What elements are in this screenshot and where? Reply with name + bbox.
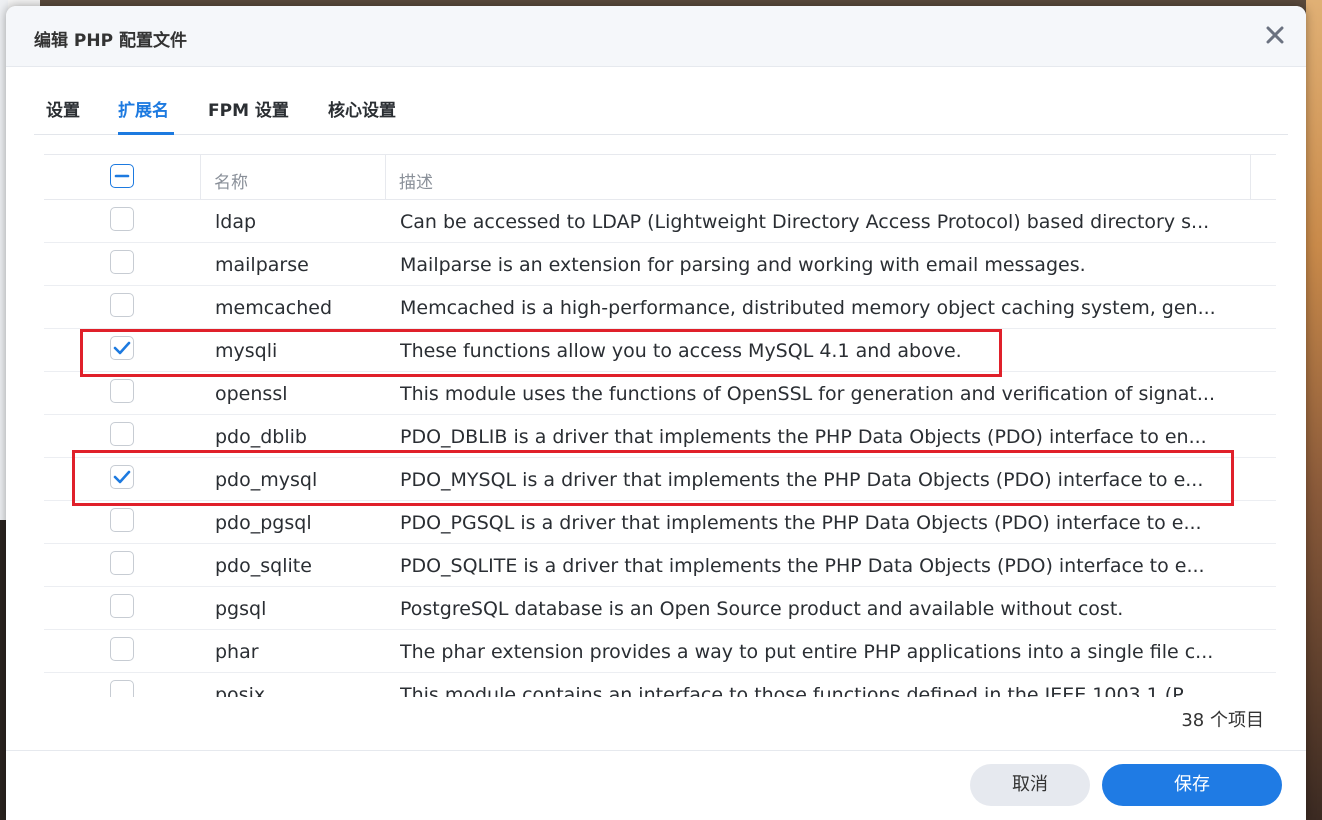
dialog-titlebar: 编辑 PHP 配置文件 <box>6 6 1306 67</box>
extension-name: pgsql <box>215 598 267 620</box>
extension-description: PDO_PGSQL is a driver that implements th… <box>400 512 1202 534</box>
column-divider <box>1250 155 1251 199</box>
extension-description: PDO_MYSQL is a driver that implements th… <box>400 469 1204 491</box>
extensions-table: 名称 描述 ldap Can be accessed to LDAP (Light… <box>44 154 1276 697</box>
minus-icon <box>114 174 130 178</box>
tab-extensions[interactable]: 扩展名 <box>118 96 169 121</box>
desktop-wallpaper <box>1306 0 1322 820</box>
footer-divider <box>6 750 1306 751</box>
save-button[interactable]: 保存 <box>1102 764 1282 806</box>
extension-name: openssl <box>215 383 288 405</box>
tab-core-settings[interactable]: 核心设置 <box>328 96 396 121</box>
extension-name: memcached <box>215 297 333 319</box>
extension-name: pdo_dblib <box>215 426 307 448</box>
row-checkbox[interactable] <box>110 594 134 618</box>
close-icon[interactable] <box>1262 22 1288 48</box>
table-header: 名称 描述 <box>44 155 1276 200</box>
column-divider <box>385 155 386 199</box>
extension-description: Memcached is a high-performance, distrib… <box>400 297 1216 319</box>
extension-description: These functions allow you to access MySQ… <box>400 340 962 362</box>
row-checkbox[interactable] <box>110 465 134 489</box>
table-row[interactable]: pdo_pgsql PDO_PGSQL is a driver that impl… <box>44 501 1276 544</box>
column-header-name[interactable]: 名称 <box>214 168 248 193</box>
extension-name: pdo_sqlite <box>215 555 312 577</box>
extension-description: The phar extension provides a way to put… <box>400 641 1214 663</box>
extension-description: PDO_SQLITE is a driver that implements t… <box>400 555 1205 577</box>
row-checkbox[interactable] <box>110 293 134 317</box>
extension-description: PostgreSQL database is an Open Source pr… <box>400 598 1124 620</box>
table-row[interactable]: memcached Memcached is a high-performance… <box>44 286 1276 329</box>
extension-description: Mailparse is an extension for parsing an… <box>400 254 1086 276</box>
row-checkbox[interactable] <box>110 637 134 661</box>
row-checkbox[interactable] <box>110 422 134 446</box>
tab-settings[interactable]: 设置 <box>46 96 80 121</box>
table-row[interactable]: posix This module contains an interface t… <box>44 673 1276 697</box>
select-all-checkbox[interactable] <box>110 164 134 188</box>
column-divider <box>200 155 201 199</box>
row-checkbox[interactable] <box>110 207 134 231</box>
table-row[interactable]: mysqli These functions allow you to acces… <box>44 329 1276 372</box>
extension-name: mailparse <box>215 254 309 276</box>
extension-description: This module contains an interface to tho… <box>400 684 1199 697</box>
row-checkbox[interactable] <box>110 336 134 360</box>
table-row[interactable]: pgsql PostgreSQL database is an Open Sour… <box>44 587 1276 630</box>
checkmark-icon <box>113 470 131 484</box>
extension-description: Can be accessed to LDAP (Lightweight Dir… <box>400 211 1210 233</box>
row-checkbox[interactable] <box>110 680 134 697</box>
row-checkbox[interactable] <box>110 508 134 532</box>
table-row[interactable]: openssl This module uses the functions of… <box>44 372 1276 415</box>
active-tab-indicator <box>118 132 174 135</box>
checkmark-icon <box>113 341 131 355</box>
extension-name: pdo_mysql <box>215 469 318 491</box>
row-checkbox[interactable] <box>110 551 134 575</box>
extension-name: posix <box>215 684 266 697</box>
extension-description: PDO_DBLIB is a driver that implements th… <box>400 426 1207 448</box>
cancel-button[interactable]: 取消 <box>970 764 1090 806</box>
table-row[interactable]: pdo_sqlite PDO_SQLITE is a driver that im… <box>44 544 1276 587</box>
tab-bar: 设置 扩展名 FPM 设置 核心设置 <box>34 66 1288 135</box>
table-row[interactable]: mailparse Mailparse is an extension for p… <box>44 243 1276 286</box>
table-row[interactable]: phar The phar extension provides a way to… <box>44 630 1276 673</box>
extension-name: phar <box>215 641 259 663</box>
item-count: 38 个项目 <box>1181 710 1264 731</box>
extension-name: pdo_pgsql <box>215 512 312 534</box>
extension-name: mysqli <box>215 340 278 362</box>
column-header-description[interactable]: 描述 <box>399 168 433 193</box>
table-row[interactable]: pdo_dblib PDO_DBLIB is a driver that impl… <box>44 415 1276 458</box>
dialog-title: 编辑 PHP 配置文件 <box>34 31 187 51</box>
table-row[interactable]: pdo_mysql PDO_MYSQL is a driver that impl… <box>44 458 1276 501</box>
row-checkbox[interactable] <box>110 250 134 274</box>
php-config-dialog: 编辑 PHP 配置文件 设置 扩展名 FPM 设置 核心设置 名称 描述 lda… <box>6 6 1306 820</box>
row-checkbox[interactable] <box>110 379 134 403</box>
extension-description: This module uses the functions of OpenSS… <box>400 383 1215 405</box>
table-row[interactable]: ldap Can be accessed to LDAP (Lightweight… <box>44 200 1276 243</box>
extension-name: ldap <box>215 211 257 233</box>
tab-fpm-settings[interactable]: FPM 设置 <box>208 96 289 121</box>
